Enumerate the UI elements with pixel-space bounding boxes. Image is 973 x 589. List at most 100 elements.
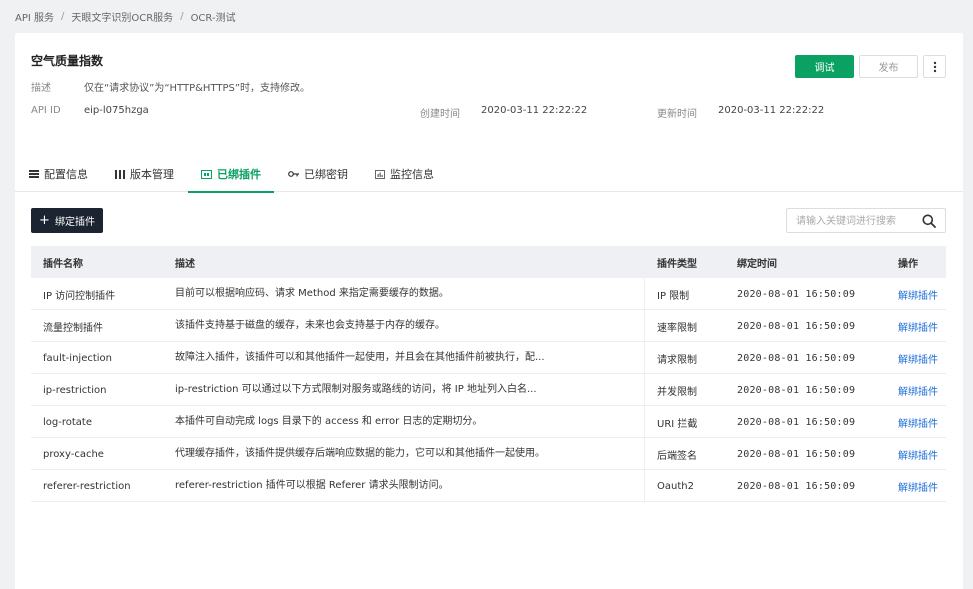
cell-description: 故障注入插件，该插件可以和其他插件一起使用，并且会在其他插件前被执行，配... bbox=[175, 352, 545, 363]
updated-time-label: 更新时间 bbox=[657, 109, 697, 120]
search-input[interactable] bbox=[796, 214, 916, 228]
cell-plugin-type: 并发限制 bbox=[657, 386, 697, 398]
cell-bind-time: 2020-08-01 16:50:09 bbox=[737, 288, 856, 300]
description-row: 描述 仅在“请求协议”为“HTTP&HTTPS”时，支持修改。 bbox=[31, 79, 310, 94]
header-operation: 操作 bbox=[898, 258, 918, 270]
tab-label: 已绑密钥 bbox=[304, 168, 348, 181]
table-row: log-rotate 本插件可自动完成 logs 目录下的 access 和 e… bbox=[31, 406, 946, 438]
description-value: 仅在“请求协议”为“HTTP&HTTPS”时，支持修改。 bbox=[84, 83, 311, 94]
plus-icon: + bbox=[39, 213, 50, 228]
bind-plugin-button[interactable]: + 绑定插件 bbox=[31, 208, 103, 233]
cell-plugin-type: 后端签名 bbox=[657, 450, 697, 462]
cell-description: 该插件支持基于磁盘的缓存，未来也会支持基于内存的缓存。 bbox=[175, 320, 445, 331]
breadcrumb: API 服务 / 天眼文字识别OCR服务 / OCR-测试 bbox=[15, 9, 236, 24]
table-row: referer-restriction referer-restriction … bbox=[31, 470, 946, 502]
cell-bind-time: 2020-08-01 16:50:09 bbox=[737, 480, 856, 492]
cell-plugin-name: 流量控制插件 bbox=[43, 322, 103, 334]
key-icon bbox=[288, 171, 299, 177]
description-label: 描述 bbox=[31, 83, 51, 94]
bind-plugin-label: 绑定插件 bbox=[54, 217, 95, 228]
table-row: ip-restriction ip-restriction 可以通过以下方式限制… bbox=[31, 374, 946, 406]
plugins-table: 插件名称 描述 插件类型 绑定时间 操作 IP 访问控制插件 目前可以根据响应码… bbox=[31, 246, 946, 502]
breadcrumb-separator: / bbox=[61, 10, 65, 22]
version-bars-icon bbox=[115, 169, 125, 179]
column-divider bbox=[644, 406, 645, 438]
more-actions-button[interactable] bbox=[923, 55, 946, 78]
tab-bar: 配置信息 版本管理 已绑插件 已绑密钥 监控信息 bbox=[15, 156, 963, 193]
column-divider bbox=[644, 278, 645, 310]
cell-plugin-type: IP 限制 bbox=[657, 290, 690, 302]
unbind-plugin-link[interactable]: 解绑插件 bbox=[898, 342, 946, 374]
cell-plugin-type: Oauth2 bbox=[657, 480, 694, 492]
cell-bind-time: 2020-08-01 16:50:09 bbox=[737, 384, 856, 396]
cell-description: 代理缓存插件，该插件提供缓存后端响应数据的能力，它可以和其他插件一起使用。 bbox=[175, 448, 545, 459]
cell-description: 本插件可自动完成 logs 目录下的 access 和 error 日志的定期切… bbox=[175, 416, 483, 427]
header-plugin-name: 插件名称 bbox=[43, 258, 83, 270]
header-plugin-type: 插件类型 bbox=[657, 258, 697, 270]
tab-label: 监控信息 bbox=[390, 168, 434, 181]
search-box bbox=[786, 208, 946, 233]
tab-label: 配置信息 bbox=[44, 168, 88, 181]
created-time-label: 创建时间 bbox=[420, 109, 460, 120]
tab-config[interactable]: 配置信息 bbox=[29, 156, 88, 192]
unbind-plugin-link[interactable]: 解绑插件 bbox=[898, 278, 946, 310]
table-header: 插件名称 描述 插件类型 绑定时间 操作 bbox=[31, 246, 946, 278]
table-row: proxy-cache 代理缓存插件，该插件提供缓存后端响应数据的能力，它可以和… bbox=[31, 438, 946, 470]
cell-plugin-name: IP 访问控制插件 bbox=[43, 290, 116, 302]
tab-keys[interactable]: 已绑密钥 bbox=[288, 156, 348, 192]
plugin-icon bbox=[201, 169, 212, 179]
search-icon[interactable] bbox=[922, 214, 936, 228]
breadcrumb-item-ocr-service[interactable]: 天眼文字识别OCR服务 bbox=[71, 9, 173, 24]
column-divider bbox=[644, 342, 645, 374]
unbind-plugin-link[interactable]: 解绑插件 bbox=[898, 406, 946, 438]
tab-monitor[interactable]: 监控信息 bbox=[375, 156, 434, 192]
more-vertical-icon bbox=[933, 61, 936, 72]
cell-description: referer-restriction 插件可以根据 Referer 请求头限制… bbox=[175, 480, 449, 491]
updated-time-value: 2020-03-11 22:22:22 bbox=[718, 105, 825, 116]
cell-plugin-type: 请求限制 bbox=[657, 354, 697, 366]
header-bind-time: 绑定时间 bbox=[737, 258, 777, 270]
api-detail-panel: 空气质量指数 描述 仅在“请求协议”为“HTTP&HTTPS”时，支持修改。 A… bbox=[15, 33, 963, 589]
cell-plugin-name: fault-injection bbox=[43, 352, 112, 364]
monitor-chart-icon bbox=[375, 169, 385, 179]
tab-plugins[interactable]: 已绑插件 bbox=[188, 156, 274, 193]
cell-plugin-type: URI 拦截 bbox=[657, 418, 698, 430]
breadcrumb-item-current: OCR-测试 bbox=[190, 12, 236, 24]
unbind-plugin-link[interactable]: 解绑插件 bbox=[898, 374, 946, 406]
breadcrumb-item-api-service[interactable]: API 服务 bbox=[15, 9, 54, 24]
cell-bind-time: 2020-08-01 16:50:09 bbox=[737, 352, 856, 364]
header-description: 描述 bbox=[175, 258, 195, 270]
config-list-icon bbox=[29, 170, 39, 178]
cell-bind-time: 2020-08-01 16:50:09 bbox=[737, 416, 856, 428]
debug-button[interactable]: 调试 bbox=[795, 55, 854, 78]
cell-description: 目前可以根据响应码、请求 Method 来指定需要缓存的数据。 bbox=[175, 288, 449, 299]
unbind-plugin-link[interactable]: 解绑插件 bbox=[898, 310, 946, 342]
api-id-value: eip-l075hzga bbox=[84, 105, 149, 116]
table-row: fault-injection 故障注入插件，该插件可以和其他插件一起使用，并且… bbox=[31, 342, 946, 374]
table-row: IP 访问控制插件 目前可以根据响应码、请求 Method 来指定需要缓存的数据… bbox=[31, 278, 946, 310]
page-title: 空气质量指数 bbox=[31, 54, 104, 68]
cell-plugin-type: 速率限制 bbox=[657, 322, 697, 334]
cell-bind-time: 2020-08-01 16:50:09 bbox=[737, 320, 856, 332]
tab-version[interactable]: 版本管理 bbox=[115, 156, 174, 192]
cell-description: ip-restriction 可以通过以下方式限制对服务或路线的访问，将 IP … bbox=[175, 384, 537, 395]
breadcrumb-separator: / bbox=[180, 10, 184, 22]
cell-plugin-name: referer-restriction bbox=[43, 480, 131, 492]
cell-plugin-name: proxy-cache bbox=[43, 448, 104, 460]
meta-row: API ID eip-l075hzga 创建时间 2020-03-11 22:2… bbox=[31, 105, 963, 120]
column-divider bbox=[644, 310, 645, 342]
tab-label: 已绑插件 bbox=[217, 168, 261, 181]
tab-label: 版本管理 bbox=[130, 168, 174, 181]
cell-bind-time: 2020-08-01 16:50:09 bbox=[737, 448, 856, 460]
column-divider bbox=[644, 438, 645, 470]
unbind-plugin-link[interactable]: 解绑插件 bbox=[898, 438, 946, 470]
column-divider bbox=[644, 470, 645, 502]
table-row: 流量控制插件 该插件支持基于磁盘的缓存，未来也会支持基于内存的缓存。 速率限制 … bbox=[31, 310, 946, 342]
cell-plugin-name: log-rotate bbox=[43, 416, 92, 428]
publish-button[interactable]: 发布 bbox=[859, 55, 918, 78]
unbind-plugin-link[interactable]: 解绑插件 bbox=[898, 470, 946, 502]
column-divider bbox=[644, 374, 645, 406]
api-id-label: API ID bbox=[31, 105, 61, 116]
cell-plugin-name: ip-restriction bbox=[43, 384, 107, 396]
created-time-value: 2020-03-11 22:22:22 bbox=[481, 105, 588, 116]
